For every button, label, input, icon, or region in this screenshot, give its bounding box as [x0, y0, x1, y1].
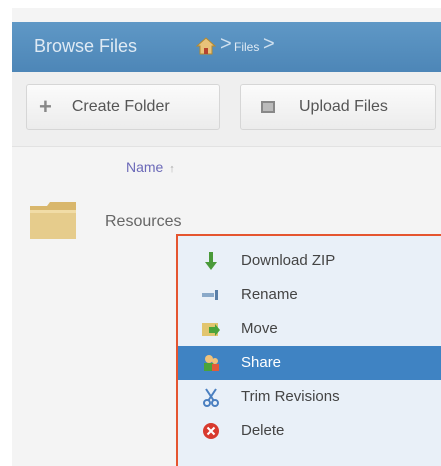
download-arrow-icon: [200, 251, 222, 271]
breadcrumb-files[interactable]: Files: [234, 40, 259, 54]
move-folder-icon: [200, 319, 222, 339]
menu-item-rename[interactable]: Rename: [178, 278, 441, 312]
delete-x-icon: [200, 421, 222, 441]
row-name: Resources: [105, 213, 182, 230]
create-folder-button[interactable]: + Create Folder: [26, 84, 220, 130]
menu-item-label: Share: [241, 354, 282, 371]
create-folder-label: Create Folder: [71, 98, 170, 115]
menu-item-trim-revisions[interactable]: Trim Revisions: [178, 380, 441, 414]
rename-icon: [200, 285, 222, 305]
menu-item-download-zip[interactable]: Download ZIP: [178, 244, 441, 278]
menu-item-label: Move: [241, 320, 278, 337]
menu-item-label: Trim Revisions: [241, 388, 340, 405]
home-icon[interactable]: [195, 36, 217, 56]
page-title: Browse Files: [34, 36, 138, 56]
menu-item-label: Download ZIP: [241, 252, 336, 269]
browse-files-header: Browse Files > Files >: [12, 22, 441, 72]
scissors-icon: [200, 387, 222, 407]
column-name-label: Name: [126, 159, 164, 175]
menu-item-label: Rename: [241, 286, 298, 303]
menu-item-move[interactable]: Move: [178, 312, 441, 346]
plus-icon: +: [39, 94, 52, 119]
share-users-icon: [200, 353, 222, 373]
breadcrumb-separator: >: [263, 33, 275, 55]
toolbar: + Create Folder Upload Files: [12, 72, 441, 147]
breadcrumb-separator: >: [220, 33, 232, 55]
column-header-name[interactable]: Name ↑: [126, 159, 175, 175]
upload-files-button[interactable]: Upload Files: [240, 84, 436, 130]
context-menu: Download ZIP Rename Move Share Trim Revi…: [176, 234, 441, 466]
upload-icon: [261, 101, 275, 113]
menu-item-delete[interactable]: Delete: [178, 414, 441, 448]
upload-files-label: Upload Files: [299, 98, 388, 115]
menu-item-label: Delete: [241, 422, 285, 439]
sort-arrow-icon: ↑: [169, 163, 175, 175]
menu-item-share[interactable]: Share: [178, 346, 441, 380]
folder-icon: [29, 200, 77, 240]
top-strip: [0, 0, 441, 8]
